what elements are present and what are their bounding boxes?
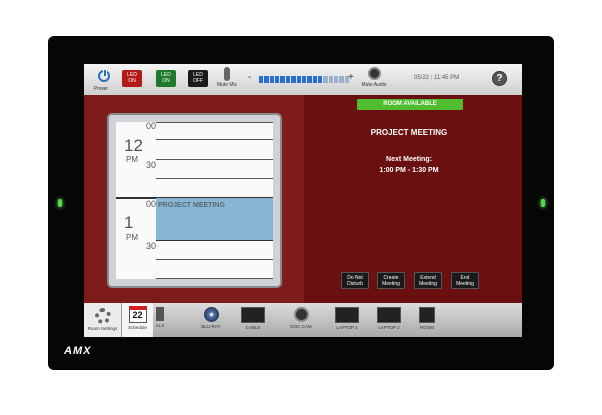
touch-screen: Power LED ON LED ON LED OFF Mute Mic - +… — [84, 64, 522, 337]
top-bar: Power LED ON LED ON LED OFF Mute Mic - +… — [84, 64, 522, 96]
led-off-button[interactable]: LED OFF — [188, 70, 208, 87]
gear-icon — [94, 308, 111, 324]
question-icon: ? — [496, 73, 503, 84]
button-label-line2: Meeting — [419, 281, 437, 287]
bottom-bar: Room Settings 22 Schedule ALS BLU-RAY CA… — [84, 303, 522, 337]
hour-label-1: 1 — [124, 213, 134, 232]
source-laptop-1[interactable]: LAPTOP 1 — [328, 305, 366, 337]
source-als[interactable]: ALS — [150, 305, 170, 337]
button-label-line2: Meeting — [456, 281, 474, 287]
minute-label-00: 00 — [146, 122, 157, 131]
monitor-icon — [241, 307, 265, 323]
next-meeting-time: 1:00 PM - 1:30 PM — [379, 167, 439, 174]
source-cable[interactable]: CABLE — [234, 305, 272, 337]
right-status-led — [541, 199, 545, 207]
led-button-line2: ON — [162, 78, 170, 84]
laptop-icon — [377, 307, 401, 323]
speaker-icon — [367, 67, 381, 80]
left-status-led — [58, 199, 62, 207]
end-meeting-button[interactable]: End Meeting — [451, 272, 479, 289]
led-button-line2: OFF — [193, 78, 203, 84]
calendar-icon: 22 — [128, 306, 147, 323]
monitor-icon — [419, 307, 435, 323]
power-label: Power — [93, 86, 109, 92]
mute-mic-label: Mute Mic — [216, 82, 238, 88]
power-button[interactable]: Power — [88, 64, 114, 94]
source-label: BLU-RAY — [201, 324, 221, 329]
minute-label-30: 30 — [146, 241, 157, 251]
meeting-block[interactable]: PROJECT MEETING — [156, 197, 273, 241]
hour-label-12: 12 — [124, 136, 143, 155]
mute-audio-button[interactable]: Mute Audio — [360, 66, 388, 94]
microphone-icon — [224, 67, 230, 81]
next-meeting-heading: Next Meeting: — [386, 156, 432, 163]
meeting-block-title: PROJECT MEETING — [158, 202, 225, 209]
ampm-label: PM — [126, 233, 138, 242]
source-doc-cam[interactable]: DOC CAM — [282, 305, 320, 337]
button-label-line2: Disturb — [347, 281, 363, 287]
mute-mic-button[interactable]: Mute Mic — [216, 66, 238, 94]
room-settings-button[interactable]: Room Settings — [84, 303, 121, 337]
source-label: DOC CAM — [290, 324, 312, 329]
schedule-button[interactable]: 22 Schedule — [121, 303, 153, 337]
volume-up-button[interactable]: + — [348, 72, 354, 83]
volume-level-bar[interactable] — [259, 76, 350, 83]
laptop-icon — [335, 307, 359, 323]
minute-label-00: 00 — [146, 199, 157, 209]
device-icon — [156, 307, 164, 321]
extend-meeting-button[interactable]: Extend Meeting — [414, 272, 442, 289]
brand-logo: AMX — [64, 345, 92, 357]
power-icon — [98, 69, 110, 82]
source-label: ALS — [155, 323, 165, 328]
date-text: 05/22 — [414, 75, 430, 81]
minute-label-30: 30 — [146, 160, 157, 170]
ampm-label: PM — [126, 155, 138, 164]
source-room[interactable]: ROOM — [412, 305, 442, 337]
do-not-disturb-button[interactable]: Do Not Disturb — [341, 272, 369, 289]
source-label: CABLE — [245, 325, 261, 330]
calendar-timeline: 00 12 PM 30 00 1 PM 30 PROJECT MEETING — [116, 122, 273, 279]
led-on-green-button[interactable]: LED ON — [156, 70, 176, 87]
create-meeting-button[interactable]: Create Meeting — [377, 272, 405, 289]
volume-down-button[interactable]: - — [248, 72, 251, 83]
day-calendar[interactable]: 00 12 PM 30 00 1 PM 30 PROJECT MEETING — [107, 113, 282, 288]
room-settings-label: Room Settings — [87, 326, 118, 331]
source-laptop-2[interactable]: LAPTOP 2 — [370, 305, 408, 337]
current-meeting-title: PROJECT MEETING — [370, 128, 448, 137]
disc-icon — [203, 307, 219, 322]
schedule-label: Schedule — [128, 325, 147, 330]
status-panel — [304, 95, 522, 303]
source-label: LAPTOP 2 — [378, 325, 400, 330]
led-on-red-button[interactable]: LED ON — [122, 70, 142, 87]
mute-audio-label: Mute Audio — [361, 82, 387, 88]
source-label: ROOM — [420, 325, 434, 330]
led-button-line2: ON — [128, 78, 136, 84]
source-label: LAPTOP 1 — [336, 325, 358, 330]
time-text: 11:45 PM — [433, 75, 460, 81]
camera-icon — [293, 307, 309, 322]
help-button[interactable]: ? — [492, 71, 507, 86]
source-blu-ray[interactable]: BLU-RAY — [192, 305, 230, 337]
room-status-badge: ROOM AVAILABLE — [357, 99, 463, 110]
date-time: 05/22 | 11:45 PM — [414, 75, 460, 81]
button-label-line2: Meeting — [382, 281, 400, 287]
